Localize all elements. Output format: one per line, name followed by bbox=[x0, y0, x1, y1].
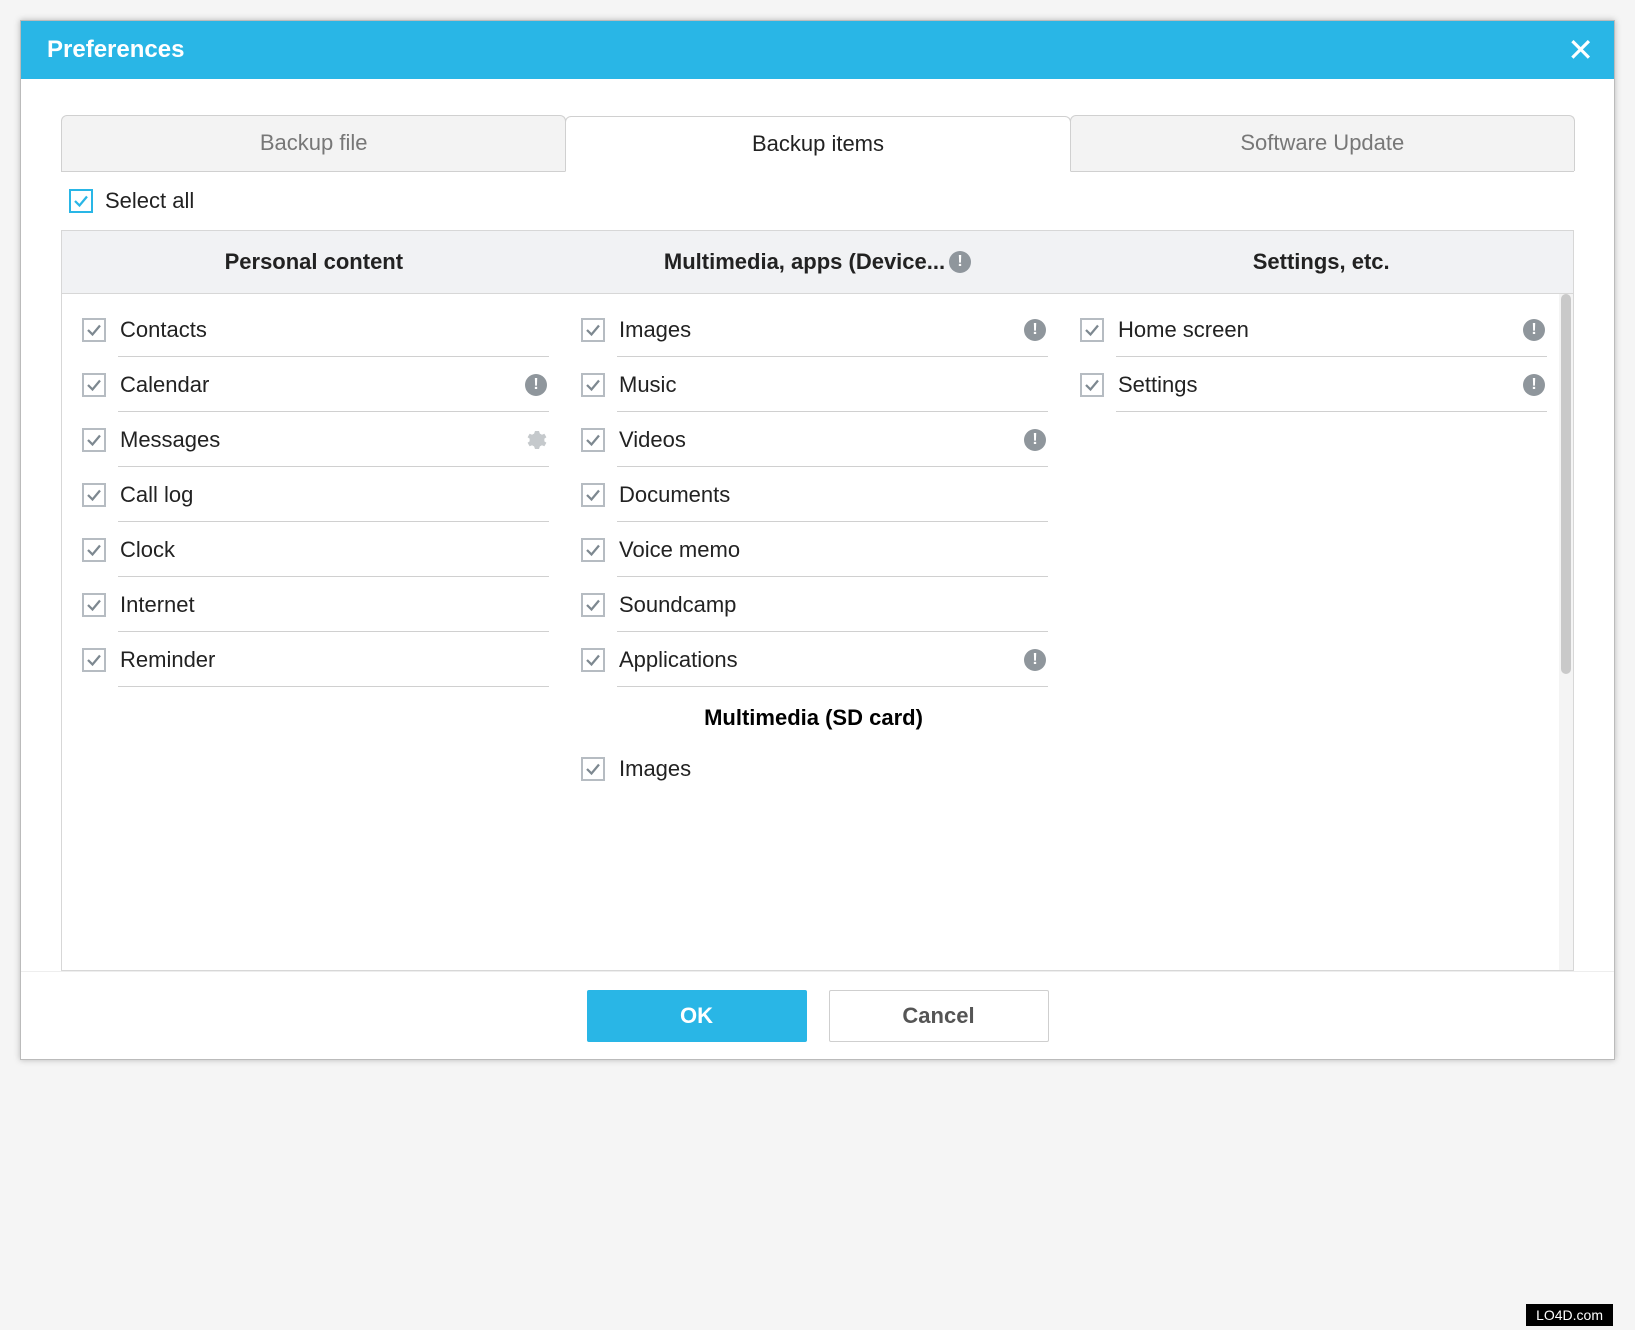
checkbox[interactable] bbox=[581, 757, 605, 781]
item-label: Videos bbox=[619, 427, 1010, 453]
item-label: Applications bbox=[619, 647, 1010, 673]
select-all-label: Select all bbox=[105, 188, 194, 214]
tab-software-update[interactable]: Software Update bbox=[1070, 115, 1575, 171]
titlebar: Preferences ✕ bbox=[21, 21, 1614, 79]
item-label: Internet bbox=[120, 592, 547, 618]
checkbox[interactable] bbox=[82, 538, 106, 562]
info-icon[interactable]: ! bbox=[1523, 374, 1545, 396]
close-icon[interactable]: ✕ bbox=[1567, 34, 1594, 66]
item-label: Images bbox=[619, 756, 1046, 782]
col-header-personal: Personal content bbox=[62, 231, 566, 293]
subheader-sd-card: Multimedia (SD card) bbox=[579, 687, 1048, 741]
item-applications: Applications ! bbox=[579, 632, 1048, 686]
preferences-dialog: Preferences ✕ Backup file Backup items S… bbox=[20, 20, 1615, 1060]
ok-button[interactable]: OK bbox=[587, 990, 807, 1042]
info-icon[interactable]: ! bbox=[1024, 649, 1046, 671]
columns-body: Contacts Calendar ! Messages bbox=[62, 294, 1573, 970]
checkbox[interactable] bbox=[1080, 318, 1104, 342]
item-label: Voice memo bbox=[619, 537, 1046, 563]
item-label: Clock bbox=[120, 537, 547, 563]
item-soundcamp: Soundcamp bbox=[579, 577, 1048, 631]
item-label: Reminder bbox=[120, 647, 547, 673]
dialog-body: Backup file Backup items Software Update… bbox=[21, 79, 1614, 971]
item-home-screen: Home screen ! bbox=[1078, 302, 1547, 356]
watermark: LO4D.com bbox=[1526, 1304, 1613, 1326]
checkbox[interactable] bbox=[82, 648, 106, 672]
item-sd-images: Images bbox=[579, 741, 1048, 795]
select-all-row: Select all bbox=[61, 172, 1574, 230]
col-personal: Contacts Calendar ! Messages bbox=[62, 294, 561, 970]
item-label: Call log bbox=[120, 482, 547, 508]
info-icon[interactable]: ! bbox=[1523, 319, 1545, 341]
info-icon[interactable]: ! bbox=[1024, 429, 1046, 451]
item-images: Images ! bbox=[579, 302, 1048, 356]
items-panel: Personal content Multimedia, apps (Devic… bbox=[61, 230, 1574, 971]
info-icon[interactable]: ! bbox=[525, 374, 547, 396]
checkbox[interactable] bbox=[1080, 373, 1104, 397]
item-label: Soundcamp bbox=[619, 592, 1046, 618]
checkbox[interactable] bbox=[581, 483, 605, 507]
item-label: Documents bbox=[619, 482, 1046, 508]
col-multimedia: Images ! Music Videos ! Documents bbox=[561, 294, 1060, 970]
checkbox[interactable] bbox=[581, 318, 605, 342]
tab-backup-file[interactable]: Backup file bbox=[61, 115, 566, 171]
item-label: Calendar bbox=[120, 372, 511, 398]
item-label: Images bbox=[619, 317, 1010, 343]
checkbox[interactable] bbox=[581, 538, 605, 562]
checkbox[interactable] bbox=[82, 593, 106, 617]
item-call-log: Call log bbox=[80, 467, 549, 521]
checkbox[interactable] bbox=[82, 428, 106, 452]
col-header-settings: Settings, etc. bbox=[1069, 231, 1573, 293]
item-videos: Videos ! bbox=[579, 412, 1048, 466]
item-messages: Messages bbox=[80, 412, 549, 466]
gear-icon[interactable] bbox=[523, 428, 547, 452]
checkbox[interactable] bbox=[581, 428, 605, 452]
checkbox[interactable] bbox=[581, 648, 605, 672]
dialog-footer: OK Cancel bbox=[21, 971, 1614, 1059]
item-reminder: Reminder bbox=[80, 632, 549, 686]
item-label: Contacts bbox=[120, 317, 547, 343]
item-label: Music bbox=[619, 372, 1046, 398]
item-music: Music bbox=[579, 357, 1048, 411]
select-all-checkbox[interactable] bbox=[69, 189, 93, 213]
item-contacts: Contacts bbox=[80, 302, 549, 356]
item-label: Home screen bbox=[1118, 317, 1509, 343]
item-voice-memo: Voice memo bbox=[579, 522, 1048, 576]
cancel-button[interactable]: Cancel bbox=[829, 990, 1049, 1042]
col-settings: Home screen ! Settings ! bbox=[1060, 294, 1559, 970]
column-headers: Personal content Multimedia, apps (Devic… bbox=[62, 231, 1573, 294]
item-label: Messages bbox=[120, 427, 509, 453]
item-settings: Settings ! bbox=[1078, 357, 1547, 411]
item-clock: Clock bbox=[80, 522, 549, 576]
checkbox[interactable] bbox=[82, 318, 106, 342]
info-icon[interactable]: ! bbox=[949, 251, 971, 273]
scrollbar-thumb[interactable] bbox=[1561, 294, 1571, 674]
item-internet: Internet bbox=[80, 577, 549, 631]
item-label: Settings bbox=[1118, 372, 1509, 398]
item-calendar: Calendar ! bbox=[80, 357, 549, 411]
item-documents: Documents bbox=[579, 467, 1048, 521]
scrollbar[interactable] bbox=[1559, 294, 1573, 970]
tabs: Backup file Backup items Software Update bbox=[61, 115, 1574, 172]
checkbox[interactable] bbox=[581, 373, 605, 397]
checkbox[interactable] bbox=[82, 483, 106, 507]
info-icon[interactable]: ! bbox=[1024, 319, 1046, 341]
checkbox[interactable] bbox=[581, 593, 605, 617]
checkbox[interactable] bbox=[82, 373, 106, 397]
col-header-multimedia: Multimedia, apps (Device... ! bbox=[566, 231, 1070, 293]
tab-backup-items[interactable]: Backup items bbox=[565, 116, 1070, 172]
dialog-title: Preferences bbox=[47, 36, 184, 64]
